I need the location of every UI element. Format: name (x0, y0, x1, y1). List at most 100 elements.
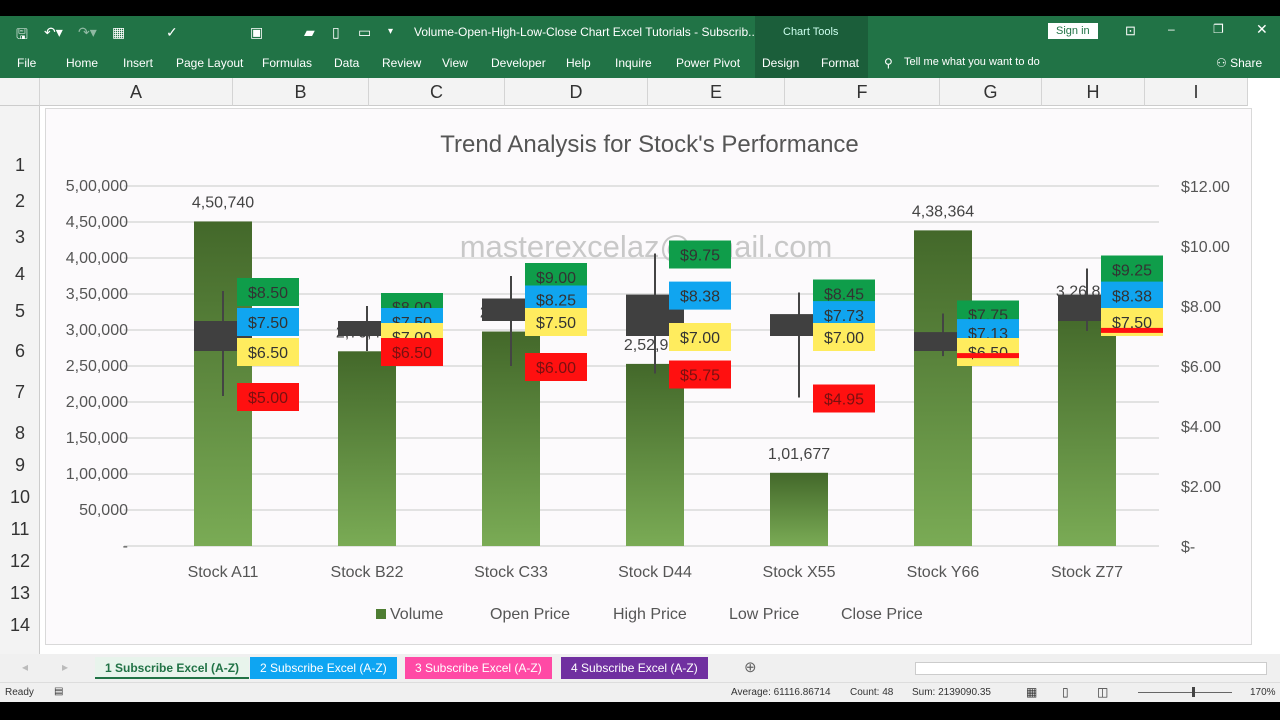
price-label-high: $9.00 (536, 270, 576, 287)
zoom-slider[interactable] (1130, 686, 1240, 698)
tab-inquire[interactable]: Inquire (615, 56, 652, 70)
tab-view[interactable]: View (442, 56, 468, 70)
row-header-11[interactable]: 11 (0, 519, 40, 540)
left-axis-tick: 5,00,000 (66, 178, 128, 195)
row-header-1[interactable]: 1 (0, 155, 40, 176)
customize-icon[interactable]: ▾ (388, 26, 393, 37)
row-header-13[interactable]: 13 (0, 583, 40, 604)
row-header-9[interactable]: 9 (0, 455, 40, 476)
right-axis-tick: $10.00 (1181, 239, 1230, 256)
row-header-4[interactable]: 4 (0, 264, 40, 285)
title-bar: 🖫 ↶▾ ↷▾ ▦ ✓ ▣ ▰ ▯ ▭ ▾ Volume-Open-High-L… (0, 16, 1280, 78)
category-label: Stock B22 (331, 564, 404, 581)
horizontal-scrollbar[interactable] (915, 662, 1267, 675)
zoom-level[interactable]: 170% (1250, 687, 1276, 698)
row-header-6[interactable]: 6 (0, 341, 40, 362)
sheet-tab-4[interactable]: 4 Subscribe Excel (A-Z) (561, 657, 708, 679)
column-header-E[interactable]: E (648, 78, 785, 106)
row-header-14[interactable]: 14 (0, 615, 40, 636)
tab-home[interactable]: Home (66, 56, 98, 70)
tab-formulas[interactable]: Formulas (262, 56, 312, 70)
row-header-3[interactable]: 3 (0, 227, 40, 248)
share-button[interactable]: ⚇ Share (1216, 56, 1262, 70)
price-label-close: $7.00 (680, 330, 720, 347)
tab-file[interactable]: File (17, 56, 36, 70)
left-axis-tick: 4,50,000 (66, 214, 128, 231)
page-layout-view-icon[interactable]: ▯ (1062, 685, 1069, 699)
normal-view-icon[interactable]: ▦ (1026, 685, 1037, 699)
column-header-A[interactable]: A (40, 78, 233, 106)
right-axis-tick: $- (1181, 539, 1195, 556)
price-label-high: $9.75 (680, 248, 720, 265)
tab-insert[interactable]: Insert (123, 56, 153, 70)
restore-button[interactable]: ❐ (1213, 22, 1224, 36)
column-header-C[interactable]: C (369, 78, 505, 106)
select-all[interactable] (0, 78, 40, 106)
tell-me-input[interactable]: Tell me what you want to do (904, 56, 1040, 68)
column-header-G[interactable]: G (940, 78, 1042, 106)
category-label: Stock Z77 (1051, 564, 1123, 581)
person-icon: ⚇ (1216, 56, 1231, 70)
price-label-low: $6.50 (392, 345, 432, 362)
new-sheet-icon[interactable]: ⊕ (744, 658, 757, 676)
scroll-tabs-right-icon[interactable]: ▸ (62, 660, 68, 674)
tab-design[interactable]: Design (762, 56, 799, 70)
sum-readout: Sum: 2139090.35 (912, 687, 991, 698)
tab-review[interactable]: Review (382, 56, 421, 70)
left-axis-tick: 1,50,000 (66, 430, 128, 447)
sheet-tab-2[interactable]: 2 Subscribe Excel (A-Z) (250, 657, 397, 679)
open-icon[interactable]: ▰ (304, 24, 315, 41)
sheet-tab-1[interactable]: 1 Subscribe Excel (A-Z) (95, 657, 250, 679)
tab-data[interactable]: Data (334, 56, 359, 70)
left-axis-tick: 4,00,000 (66, 250, 128, 267)
save-icon[interactable]: 🖫 (16, 24, 28, 48)
redo-icon[interactable]: ↷▾ (78, 24, 97, 41)
undo-icon[interactable]: ↶▾ (44, 24, 63, 41)
average-readout: Average: 61116.86714 (731, 687, 831, 698)
page-break-view-icon[interactable]: ◫ (1097, 685, 1108, 699)
column-header-B[interactable]: B (233, 78, 369, 106)
row-header-10[interactable]: 10 (0, 487, 40, 508)
window-title: Volume-Open-High-Low-Close Chart Excel T… (414, 25, 759, 39)
row-header-8[interactable]: 8 (0, 423, 40, 444)
close-button[interactable]: ✕ (1256, 21, 1268, 38)
right-axis-tick: $2.00 (1181, 479, 1221, 496)
ribbon-display-icon[interactable]: ⊡ (1125, 23, 1136, 39)
tab-help[interactable]: Help (566, 56, 591, 70)
legend-entry: Close Price (841, 606, 923, 623)
volume-label: 1,01,677 (768, 446, 830, 463)
row-header-12[interactable]: 12 (0, 551, 40, 572)
column-header-D[interactable]: D (505, 78, 648, 106)
macro-record-icon[interactable]: ▤ (54, 686, 63, 697)
tab-developer[interactable]: Developer (491, 56, 546, 70)
paste-icon[interactable]: ▣ (250, 24, 263, 41)
stock-chart[interactable]: Trend Analysis for Stock's Performance - 5… (45, 108, 1252, 645)
spelling-icon[interactable]: ✓ (166, 24, 178, 41)
chart-title: Trend Analysis for Stock's Performance (440, 131, 859, 158)
calculator-icon[interactable]: ▦ (112, 24, 125, 41)
left-axis-tick: 3,50,000 (66, 286, 128, 303)
sign-in-button[interactable]: Sign in (1048, 23, 1098, 39)
left-axis-tick: - (123, 538, 128, 555)
column-header-F[interactable]: F (785, 78, 940, 106)
column-header-I[interactable]: I (1145, 78, 1248, 106)
row-header-5[interactable]: 5 (0, 301, 40, 322)
column-header-H[interactable]: H (1042, 78, 1145, 106)
sheet-tab-3[interactable]: 3 Subscribe Excel (A-Z) (405, 657, 552, 679)
left-axis-tick: 50,000 (79, 502, 128, 519)
price-label-low: $5.75 (680, 368, 720, 385)
row-header-7[interactable]: 7 (0, 382, 40, 403)
row-header-2[interactable]: 2 (0, 191, 40, 212)
scroll-tabs-left-icon[interactable]: ◂ (22, 660, 28, 674)
price-label-high: $8.50 (248, 285, 288, 302)
right-axis-tick: $6.00 (1181, 359, 1221, 376)
legend-marker-volume (376, 609, 386, 619)
price-label-open: $7.50 (248, 315, 288, 332)
legend-entry: Open Price (490, 606, 570, 623)
tab-power-pivot[interactable]: Power Pivot (676, 56, 740, 70)
minimize-button[interactable]: – (1168, 22, 1175, 36)
new-icon[interactable]: ▯ (332, 24, 340, 41)
tab-format[interactable]: Format (821, 56, 859, 70)
tab-page-layout[interactable]: Page Layout (176, 56, 243, 70)
form-icon[interactable]: ▭ (358, 24, 371, 41)
